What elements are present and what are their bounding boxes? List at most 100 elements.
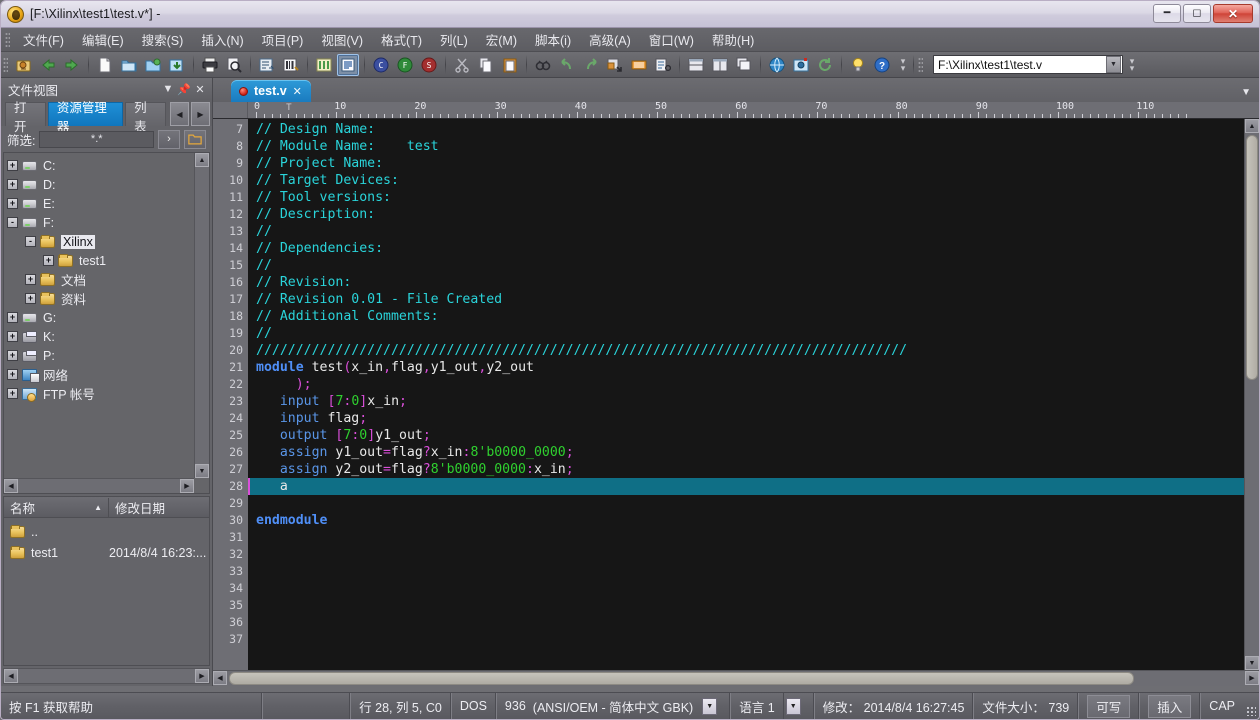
code-line[interactable]: input flag; [248, 410, 1244, 427]
expand-icon[interactable]: + [25, 293, 36, 304]
file-view-tab-2[interactable]: 列表 [125, 102, 166, 126]
code-line[interactable]: assign y2_out=flag?8'b0000_0000:x_in; [248, 461, 1244, 478]
file-path-combobox[interactable]: F:\Xilinx\test1\test.v ▼ [933, 55, 1123, 74]
maximize-button[interactable]: ◻ [1183, 4, 1211, 23]
format-lines-icon[interactable] [256, 54, 278, 76]
code-line[interactable] [248, 597, 1244, 614]
print-preview-icon[interactable] [223, 54, 245, 76]
chevron-down-icon[interactable]: ▼ [1241, 87, 1251, 98]
code-line[interactable]: input [7:0]x_in; [248, 393, 1244, 410]
window-cascade-icon[interactable] [733, 54, 755, 76]
expand-icon[interactable]: + [7, 331, 18, 342]
open-folder-icon[interactable] [118, 54, 140, 76]
tree-node-2[interactable]: +E: [7, 194, 194, 213]
tab-next-button[interactable]: ▶ [191, 102, 210, 126]
code-line[interactable] [248, 546, 1244, 563]
language-chevron-down-icon[interactable]: ▼ [786, 698, 801, 715]
file-list-row[interactable]: .. [4, 521, 209, 542]
menu-item-9[interactable]: 脚本(i) [526, 27, 580, 52]
chevron-down-icon[interactable]: ▼ [160, 81, 176, 97]
filter-input[interactable]: *.* [39, 131, 154, 148]
menu-item-6[interactable]: 格式(T) [372, 27, 431, 52]
close-icon[interactable]: ✕ [192, 81, 208, 97]
code-line[interactable]: // Additional Comments: [248, 308, 1244, 325]
code-line[interactable] [248, 563, 1244, 580]
pathbar-overflow-chevron-icon[interactable]: ▾▾ [1126, 58, 1138, 72]
code-line[interactable]: // [248, 325, 1244, 342]
forward-arrow-icon[interactable] [61, 54, 83, 76]
expand-icon[interactable]: + [7, 160, 18, 171]
code-line[interactable]: // Revision 0.01 - File Created [248, 291, 1244, 308]
refresh-icon[interactable] [814, 54, 836, 76]
file-view-tab-1[interactable]: 资源管理器 [48, 102, 123, 126]
tree-node-7[interactable]: +资料 [7, 289, 194, 308]
code-line[interactable]: // [248, 223, 1244, 240]
code-line[interactable] [248, 529, 1244, 546]
tab-test-v[interactable]: test.v ✕ [231, 80, 311, 102]
tree-node-12[interactable]: +FTP 帐号 [7, 384, 194, 403]
pin-icon[interactable]: 📌 [176, 81, 192, 97]
find-icon[interactable] [532, 54, 554, 76]
collapse-icon[interactable]: - [7, 217, 18, 228]
open-folder-green-icon[interactable] [142, 54, 164, 76]
sort-icon[interactable] [652, 54, 674, 76]
scroll-down-icon[interactable]: ▼ [1245, 656, 1259, 670]
expand-icon[interactable]: + [7, 179, 18, 190]
window-resize-grip[interactable] [1243, 693, 1259, 719]
code-line[interactable]: ); [248, 376, 1244, 393]
directory-tree[interactable]: +C:+D:+E:-F:-Xilinx+test1+文档+资料+G:+K:+P:… [3, 152, 210, 494]
code-line[interactable]: // Module Name: test [248, 138, 1244, 155]
scroll-left-icon[interactable]: ◀ [4, 669, 18, 683]
code-line[interactable]: output [7:0]y1_out; [248, 427, 1244, 444]
codepage-chevron-down-icon[interactable]: ▼ [702, 698, 717, 715]
close-button[interactable]: ✕ [1213, 4, 1253, 23]
status-language[interactable]: 语言 1 [730, 693, 783, 719]
editor-vertical-scrollbar[interactable]: ▲ ▼ [1244, 119, 1259, 670]
spell-f-icon[interactable]: F [394, 54, 416, 76]
code-line[interactable]: ////////////////////////////////////////… [248, 342, 1244, 359]
expand-icon[interactable]: + [7, 388, 18, 399]
code-line[interactable]: endmodule [248, 512, 1244, 529]
menu-item-1[interactable]: 编辑(E) [73, 27, 133, 52]
code-line[interactable] [248, 631, 1244, 648]
tree-node-5[interactable]: +test1 [7, 251, 194, 270]
tree-node-4[interactable]: -Xilinx [7, 232, 194, 251]
scroll-right-icon[interactable]: ▶ [1245, 671, 1259, 685]
editor-horizontal-scrollbar[interactable]: ◀ ▶ [213, 670, 1259, 686]
window-vertical-icon[interactable] [709, 54, 731, 76]
window-horizontal-icon[interactable] [685, 54, 707, 76]
file-list[interactable]: ..test12014/8/4 16:23:... [3, 518, 210, 666]
tree-node-8[interactable]: +G: [7, 308, 194, 327]
code-line[interactable]: // Tool versions: [248, 189, 1244, 206]
toolbar-grip[interactable] [3, 57, 8, 73]
code-text[interactable]: // Design Name:// Module Name: test// Pr… [248, 119, 1244, 670]
tree-node-0[interactable]: +C: [7, 156, 194, 175]
code-line[interactable]: // Target Devices: [248, 172, 1244, 189]
scroll-down-icon[interactable]: ▼ [195, 464, 209, 478]
code-line[interactable] [248, 580, 1244, 597]
tree-node-9[interactable]: +K: [7, 327, 194, 346]
menu-item-8[interactable]: 宏(M) [477, 27, 526, 52]
status-caret-position[interactable]: 行 28, 列 5, C0 [350, 693, 451, 719]
undo-icon[interactable] [556, 54, 578, 76]
status-writable[interactable]: 可写 [1078, 693, 1139, 719]
file-view-tab-0[interactable]: 打开 [5, 102, 46, 126]
expand-icon[interactable]: + [43, 255, 54, 266]
vertical-scroll-thumb[interactable] [1246, 135, 1258, 380]
tree-node-11[interactable]: +网络 [7, 365, 194, 384]
tree-node-10[interactable]: +P: [7, 346, 194, 365]
menu-grip[interactable] [5, 32, 10, 48]
chevron-down-icon[interactable]: ▼ [1106, 56, 1121, 73]
column-header-date[interactable]: 修改日期 [109, 498, 171, 517]
expand-icon[interactable]: + [7, 198, 18, 209]
tab-close-icon[interactable]: ✕ [293, 85, 302, 98]
spell-s-icon[interactable]: S [418, 54, 440, 76]
expand-icon[interactable]: + [25, 274, 36, 285]
status-insert-mode[interactable]: 插入 [1139, 693, 1200, 719]
code-line[interactable] [248, 495, 1244, 512]
save-icon[interactable] [166, 54, 188, 76]
wrap-icon[interactable] [628, 54, 650, 76]
expand-icon[interactable]: + [7, 350, 18, 361]
line-numbers-icon[interactable] [337, 54, 359, 76]
open-recent-icon[interactable] [13, 54, 35, 76]
